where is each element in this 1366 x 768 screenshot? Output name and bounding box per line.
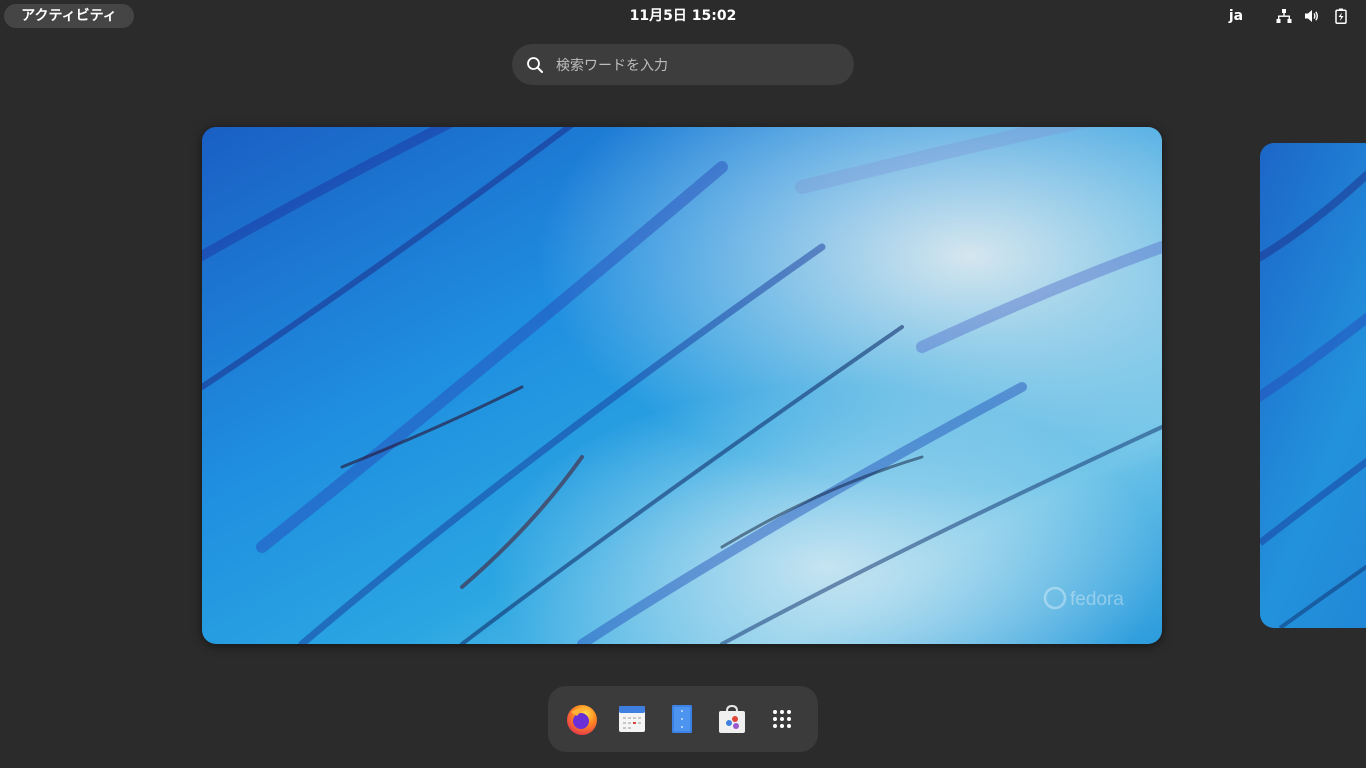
app-grid-icon[interactable] bbox=[765, 702, 799, 736]
wallpaper-image: fedora bbox=[202, 127, 1162, 644]
search-input[interactable] bbox=[554, 52, 838, 80]
dash bbox=[548, 686, 818, 752]
software-icon[interactable] bbox=[715, 702, 749, 736]
volume-icon[interactable] bbox=[1304, 8, 1320, 24]
overview-screen: アクティビティ 11月5日 15:02 ja 検索ワードを入力 fedora bbox=[0, 0, 1366, 768]
network-wired-icon[interactable] bbox=[1276, 8, 1292, 24]
search-field[interactable] bbox=[512, 44, 854, 85]
search-icon bbox=[527, 57, 543, 73]
clock-area: 11月5日 15:02 bbox=[0, 0, 1366, 33]
battery-charging-icon[interactable] bbox=[1333, 8, 1349, 24]
date-time-button[interactable]: 11月5日 15:02 bbox=[624, 8, 743, 24]
workspace-thumbnail-current[interactable]: fedora bbox=[202, 127, 1162, 644]
input-language-indicator[interactable]: ja bbox=[1224, 0, 1248, 33]
calendar-icon[interactable] bbox=[615, 702, 649, 736]
workspace-thumbnail-next[interactable] bbox=[1260, 143, 1366, 628]
top-bar: アクティビティ 11月5日 15:02 ja bbox=[0, 0, 1366, 33]
firefox-icon[interactable] bbox=[565, 702, 599, 736]
text-editor-icon[interactable] bbox=[665, 702, 699, 736]
activities-button[interactable]: アクティビティ bbox=[4, 4, 134, 28]
wallpaper-image-next bbox=[1260, 143, 1366, 628]
svg-text:fedora: fedora bbox=[1070, 589, 1124, 610]
